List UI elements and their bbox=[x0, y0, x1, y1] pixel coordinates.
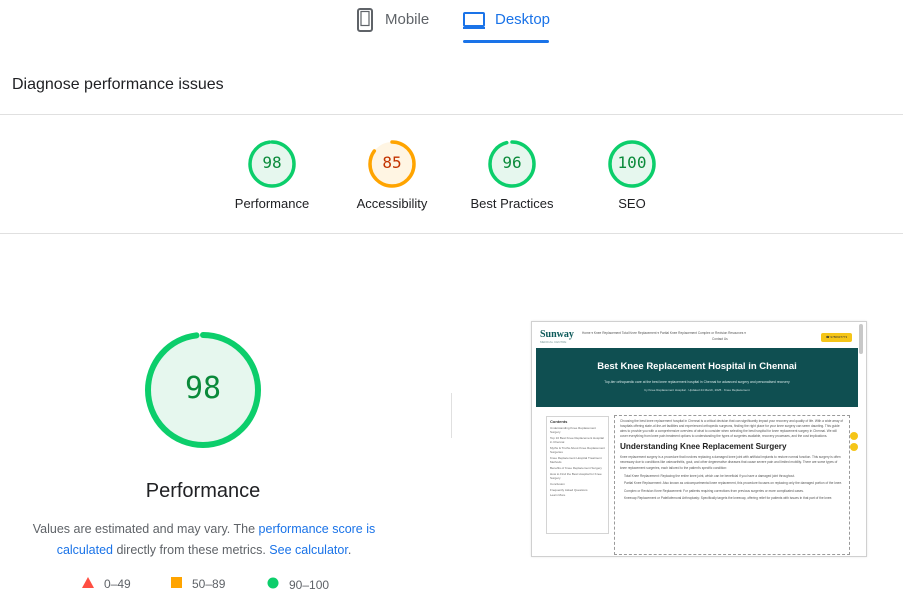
gauge-label: Best Practices bbox=[470, 196, 554, 211]
phone-cta: ☎ 9786937773 bbox=[821, 333, 852, 342]
see-calculator-link[interactable]: See calculator bbox=[269, 543, 348, 557]
hero-title: Best Knee Replacement Hospital in Chenna… bbox=[597, 361, 797, 372]
scrollbar bbox=[859, 324, 863, 354]
note-text: Values are estimated and may vary. The bbox=[32, 522, 259, 536]
article-intro: Choosing the best knee replacement hospi… bbox=[620, 419, 844, 439]
circle-icon bbox=[267, 577, 279, 592]
gauge-label: Accessibility bbox=[356, 196, 428, 211]
gauge-score: 85 bbox=[382, 153, 402, 172]
tab-desktop-label: Desktop bbox=[495, 11, 551, 28]
legend-label: 50–89 bbox=[192, 577, 226, 591]
article-paragraph: Knee replacement surgery is a procedure … bbox=[620, 455, 841, 470]
final-screenshot[interactable]: Sunway MEDICAL CENTRE Home ▾ Knee Replac… bbox=[531, 321, 867, 557]
gauge-score: 96 bbox=[502, 153, 522, 172]
legend-fail: 0–49 bbox=[82, 577, 131, 591]
gauge-best-practices[interactable]: 96 Best Practices bbox=[457, 139, 567, 211]
phone-icon bbox=[850, 443, 858, 451]
hero-subtitle: Top-tier orthopaedic care at the best kn… bbox=[604, 380, 790, 384]
hero-meta: by Knee Replacement Hospital · Updated 2… bbox=[644, 388, 750, 392]
toc-item: Knee Replacement Hospital Treatment Meth… bbox=[550, 456, 602, 465]
toc-item: Conclusion bbox=[550, 481, 565, 486]
performance-label: Performance bbox=[145, 480, 261, 502]
performance-score: 98 bbox=[184, 371, 222, 406]
site-logo: Sunway bbox=[540, 329, 574, 340]
article-bullet: Total Knee Replacement: Replacing the en… bbox=[624, 473, 795, 478]
toc-item: Understanding Knee Replacement Surgery bbox=[550, 426, 596, 435]
article-bullet: Kneecap Replacement or Patellofemoral Ar… bbox=[624, 496, 833, 501]
active-tab-indicator bbox=[463, 40, 549, 43]
gauge-seo[interactable]: 100 SEO bbox=[577, 139, 687, 211]
site-nav: Home ▾ Knee Replacement Total Knee Repla… bbox=[582, 330, 822, 342]
tab-desktop[interactable]: Desktop bbox=[463, 8, 550, 44]
toc-item: Myths & Truths About Knee Replacement Su… bbox=[550, 446, 605, 455]
site-hero: Best Knee Replacement Hospital in Chenna… bbox=[536, 348, 858, 407]
gauge-score: 98 bbox=[262, 153, 282, 172]
estimate-note: Values are estimated and may vary. The p… bbox=[8, 519, 400, 561]
desktop-icon bbox=[463, 8, 485, 37]
chat-icon bbox=[850, 432, 858, 440]
toc-item: Benefits of Knee Replacement Surgery bbox=[550, 466, 602, 470]
square-icon bbox=[171, 577, 182, 591]
divider bbox=[0, 114, 903, 115]
toc-item: How to Find the Best Hospital for Knee S… bbox=[550, 471, 602, 480]
tab-mobile-label: Mobile bbox=[385, 11, 430, 28]
tab-mobile[interactable]: Mobile bbox=[355, 8, 429, 44]
note-text: directly from these metrics. bbox=[112, 543, 270, 557]
divider bbox=[0, 233, 903, 234]
legend-average: 50–89 bbox=[171, 577, 225, 591]
site-nav-row: Contact Us bbox=[712, 337, 728, 341]
gauge-accessibility[interactable]: 85 Accessibility bbox=[337, 139, 447, 211]
toc-item: Top 10 Best Knee Replacement Hospital in… bbox=[550, 436, 604, 445]
gauge-performance[interactable]: 98 Performance bbox=[217, 139, 327, 211]
section-title: Diagnose performance issues bbox=[12, 76, 224, 93]
legend-pass: 90–100 bbox=[267, 577, 329, 592]
table-of-contents: Contents Understanding Knee Replacement … bbox=[546, 416, 609, 534]
smartphone-icon bbox=[355, 8, 375, 37]
article-heading: Understanding Knee Replacement Surgery bbox=[620, 442, 787, 452]
article-content: Choosing the best knee replacement hospi… bbox=[614, 415, 850, 555]
toc-item: Frequently Asked Questions bbox=[550, 487, 588, 492]
triangle-icon bbox=[82, 577, 94, 591]
site-logo-sub: MEDICAL CENTRE bbox=[540, 340, 567, 344]
note-text: . bbox=[347, 543, 352, 557]
legend-label: 0–49 bbox=[104, 577, 131, 591]
toc-title: Contents bbox=[550, 419, 568, 424]
legend-label: 90–100 bbox=[289, 577, 330, 592]
article-bullet: Partial Knee Replacement: Also known as … bbox=[624, 481, 843, 486]
gauge-score: 100 bbox=[617, 153, 647, 172]
device-tabs: Mobile Desktop bbox=[0, 0, 903, 46]
toc-item: Learn More bbox=[550, 493, 566, 498]
gauge-label: SEO bbox=[618, 196, 646, 211]
vertical-divider bbox=[451, 393, 452, 438]
gauge-label: Performance bbox=[234, 196, 310, 211]
article-bullet: Complex or Revision Knee Replacement: Fo… bbox=[624, 488, 804, 493]
